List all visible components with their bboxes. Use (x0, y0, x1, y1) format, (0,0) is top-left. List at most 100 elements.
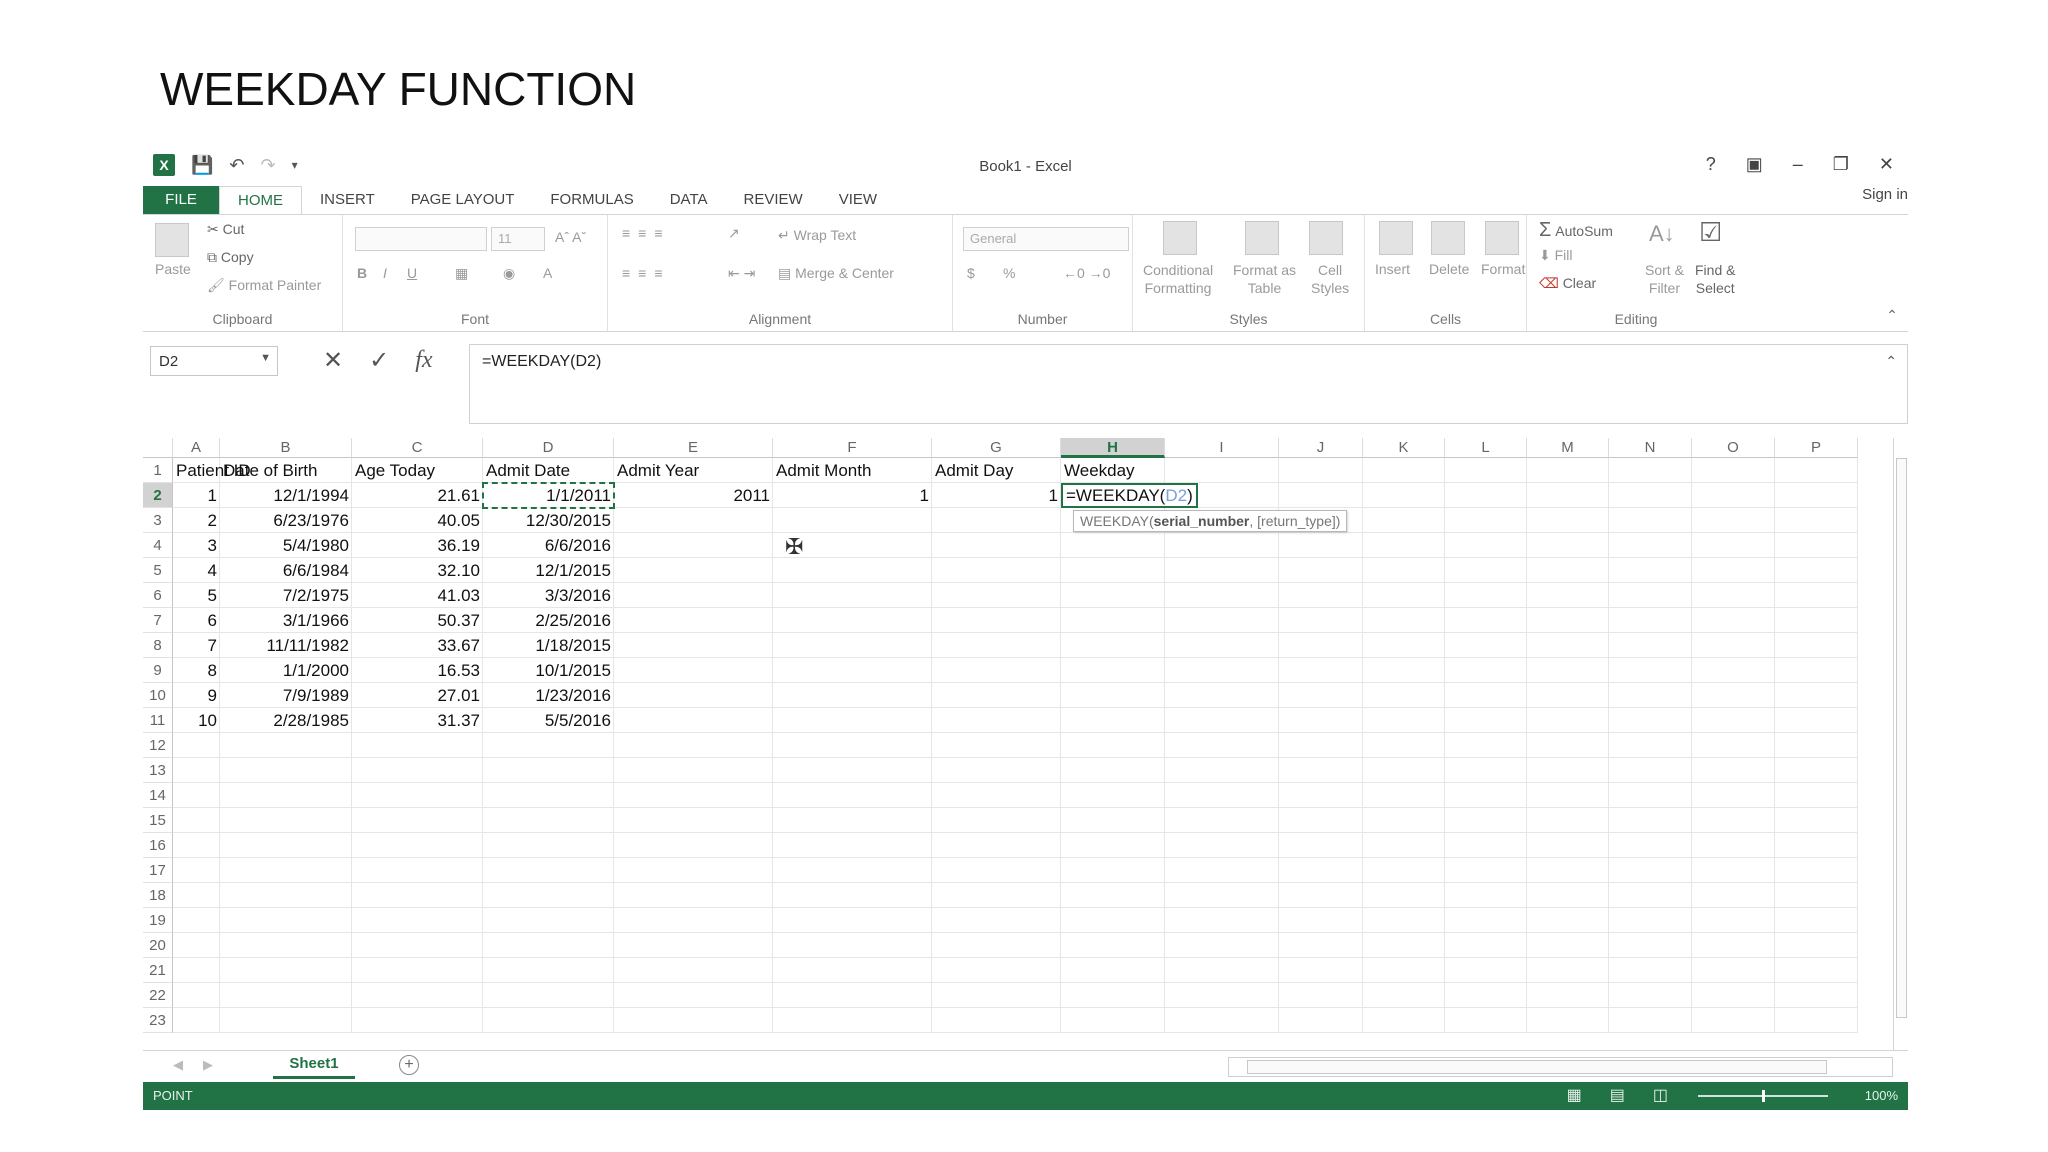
grid-cell[interactable] (773, 583, 932, 608)
grid-cell[interactable] (932, 958, 1061, 983)
grid-cell[interactable] (483, 883, 614, 908)
grid-cell[interactable] (483, 958, 614, 983)
grid-cell[interactable] (173, 933, 220, 958)
grid-cell[interactable] (1692, 708, 1775, 733)
grid-cell[interactable] (173, 858, 220, 883)
indent-icons[interactable]: ⇤ ⇥ (728, 265, 755, 282)
grid-cell[interactable] (932, 733, 1061, 758)
row-header-3[interactable]: 3 (143, 508, 173, 533)
grid-cell[interactable] (773, 958, 932, 983)
grid-cell[interactable] (1692, 683, 1775, 708)
grid-cell[interactable] (352, 1008, 483, 1033)
data-cell[interactable]: 2011 (614, 483, 773, 508)
grid-cell[interactable] (614, 833, 773, 858)
grid-cell[interactable] (1775, 583, 1858, 608)
name-box[interactable]: D2 ▼ (150, 346, 278, 376)
grid-cell[interactable] (773, 1008, 932, 1033)
grid-cell[interactable] (173, 758, 220, 783)
data-cell[interactable]: 41.03 (352, 583, 483, 608)
grid-cell[interactable] (773, 808, 932, 833)
grid-cell[interactable] (1775, 1008, 1858, 1033)
grid-cell[interactable] (1279, 833, 1363, 858)
grid-cell[interactable] (1692, 933, 1775, 958)
grid-cell[interactable] (1165, 808, 1279, 833)
grid-cell[interactable] (173, 908, 220, 933)
grid-cell[interactable] (1609, 558, 1692, 583)
data-cell[interactable]: 1 (173, 483, 220, 508)
active-cell-h2[interactable]: =WEEKDAY(D2) (1061, 483, 1198, 508)
sheet-nav-arrows[interactable]: ◀ ▶ (173, 1057, 213, 1073)
grid-cell[interactable] (932, 508, 1061, 533)
grid-cell[interactable] (173, 783, 220, 808)
paste-icon[interactable] (155, 223, 189, 257)
grid-cell[interactable] (1609, 533, 1692, 558)
close-icon[interactable]: ✕ (1879, 154, 1894, 175)
row-header-9[interactable]: 9 (143, 658, 173, 683)
grid-cell[interactable] (1363, 808, 1445, 833)
row-header-19[interactable]: 19 (143, 908, 173, 933)
grid-cell[interactable] (483, 1008, 614, 1033)
name-box-dropdown-icon[interactable]: ▼ (260, 352, 271, 364)
grid-cell[interactable] (1279, 583, 1363, 608)
sheet-tab[interactable]: Sheet1 (273, 1051, 355, 1079)
data-cell[interactable]: 12/1/1994 (220, 483, 352, 508)
data-cell[interactable]: 12/1/2015 (483, 558, 614, 583)
grid-cell[interactable] (1279, 808, 1363, 833)
grid-cell[interactable] (1279, 558, 1363, 583)
grid-cell[interactable] (1279, 1008, 1363, 1033)
grid-cell[interactable] (1165, 558, 1279, 583)
next-sheet-icon[interactable]: ▶ (203, 1057, 213, 1073)
column-header-b[interactable]: B (220, 438, 352, 458)
grid-cell[interactable] (773, 708, 932, 733)
grid-cell[interactable] (932, 583, 1061, 608)
grid-cell[interactable] (1775, 808, 1858, 833)
grid-cell[interactable] (220, 908, 352, 933)
grid-cell[interactable] (773, 783, 932, 808)
grid-cell[interactable] (1279, 608, 1363, 633)
data-cell[interactable]: 2/25/2016 (483, 608, 614, 633)
grid-cell[interactable] (1165, 733, 1279, 758)
grid-cell[interactable] (1445, 633, 1527, 658)
grid-cell[interactable] (1363, 983, 1445, 1008)
grid-cell[interactable] (1165, 658, 1279, 683)
data-cell[interactable]: 4 (173, 558, 220, 583)
grid-cell[interactable] (1363, 708, 1445, 733)
zoom-level[interactable]: 100% (1865, 1088, 1898, 1103)
grid-cell[interactable] (614, 658, 773, 683)
select-all-corner[interactable] (143, 438, 173, 458)
header-cell[interactable]: Admit Date (483, 458, 614, 483)
grid-cell[interactable] (1445, 608, 1527, 633)
grid-cell[interactable] (1279, 733, 1363, 758)
grid-cell[interactable] (932, 683, 1061, 708)
grid-cell[interactable] (1692, 483, 1775, 508)
grid-cell[interactable] (1527, 658, 1609, 683)
grid-cell[interactable] (1609, 1008, 1692, 1033)
column-header-f[interactable]: F (773, 438, 932, 458)
grid-cell[interactable] (1527, 808, 1609, 833)
grid-cell[interactable] (1279, 483, 1363, 508)
grid-cell[interactable] (352, 933, 483, 958)
grid-cell[interactable] (1775, 458, 1858, 483)
grid-cell[interactable] (483, 858, 614, 883)
grid-cell[interactable] (1775, 758, 1858, 783)
grid-cell[interactable] (773, 908, 932, 933)
find-select-icon[interactable]: ☑ (1699, 217, 1722, 248)
row-header-17[interactable]: 17 (143, 858, 173, 883)
conditional-formatting-icon[interactable] (1163, 221, 1197, 255)
grid-cell[interactable] (173, 833, 220, 858)
grid-cell[interactable] (1061, 783, 1165, 808)
grid-cell[interactable] (1527, 633, 1609, 658)
grid-cell[interactable] (1445, 908, 1527, 933)
grid-cell[interactable] (1279, 758, 1363, 783)
grid-cell[interactable] (932, 858, 1061, 883)
grid-cell[interactable] (1775, 533, 1858, 558)
collapse-ribbon-icon[interactable]: ⌃ (1886, 307, 1898, 324)
grid-cell[interactable] (1165, 858, 1279, 883)
grid-cell[interactable] (773, 658, 932, 683)
page-layout-view-icon[interactable]: ▤ (1610, 1085, 1625, 1105)
data-cell[interactable]: 33.67 (352, 633, 483, 658)
grid-cell[interactable] (1775, 833, 1858, 858)
grid-cell[interactable] (614, 758, 773, 783)
data-cell[interactable]: 9 (173, 683, 220, 708)
grid-cell[interactable] (614, 583, 773, 608)
